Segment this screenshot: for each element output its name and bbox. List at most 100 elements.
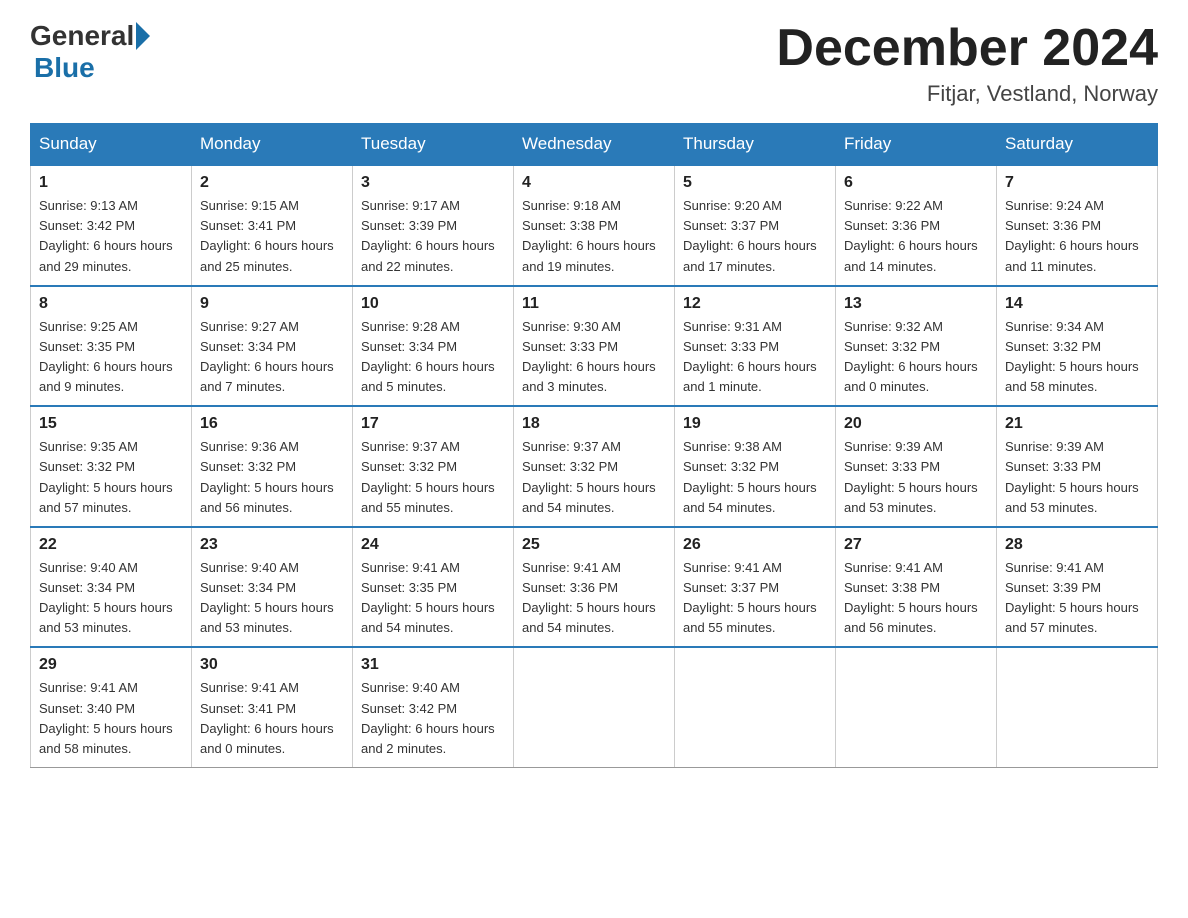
day-info: Sunrise: 9:40 AMSunset: 3:34 PMDaylight:… [39,560,173,635]
month-title: December 2024 [776,20,1158,77]
day-info: Sunrise: 9:20 AMSunset: 3:37 PMDaylight:… [683,198,817,273]
calendar-cell: 14 Sunrise: 9:34 AMSunset: 3:32 PMDaylig… [997,286,1158,407]
page-header: General Blue December 2024 Fitjar, Vestl… [30,20,1158,107]
col-wednesday: Wednesday [514,124,675,166]
day-number: 14 [1005,295,1149,313]
day-number: 31 [361,656,505,674]
day-number: 29 [39,656,183,674]
col-monday: Monday [192,124,353,166]
day-info: Sunrise: 9:38 AMSunset: 3:32 PMDaylight:… [683,439,817,514]
day-info: Sunrise: 9:37 AMSunset: 3:32 PMDaylight:… [522,439,656,514]
col-thursday: Thursday [675,124,836,166]
day-number: 12 [683,295,827,313]
day-number: 10 [361,295,505,313]
day-number: 20 [844,415,988,433]
logo-arrow-icon [136,22,150,50]
calendar-cell: 23 Sunrise: 9:40 AMSunset: 3:34 PMDaylig… [192,527,353,648]
day-info: Sunrise: 9:39 AMSunset: 3:33 PMDaylight:… [1005,439,1139,514]
day-info: Sunrise: 9:18 AMSunset: 3:38 PMDaylight:… [522,198,656,273]
calendar-cell: 1 Sunrise: 9:13 AMSunset: 3:42 PMDayligh… [31,165,192,286]
week-row-5: 29 Sunrise: 9:41 AMSunset: 3:40 PMDaylig… [31,647,1158,767]
day-number: 19 [683,415,827,433]
day-number: 16 [200,415,344,433]
day-number: 26 [683,536,827,554]
calendar-cell: 24 Sunrise: 9:41 AMSunset: 3:35 PMDaylig… [353,527,514,648]
day-number: 8 [39,295,183,313]
logo-general-text: General [30,20,134,52]
calendar-cell [836,647,997,767]
title-section: December 2024 Fitjar, Vestland, Norway [776,20,1158,107]
week-row-1: 1 Sunrise: 9:13 AMSunset: 3:42 PMDayligh… [31,165,1158,286]
calendar-cell [675,647,836,767]
calendar-cell [514,647,675,767]
day-info: Sunrise: 9:41 AMSunset: 3:35 PMDaylight:… [361,560,495,635]
calendar-cell: 3 Sunrise: 9:17 AMSunset: 3:39 PMDayligh… [353,165,514,286]
day-number: 4 [522,174,666,192]
day-number: 6 [844,174,988,192]
logo-text: General [30,20,152,52]
day-number: 3 [361,174,505,192]
week-row-3: 15 Sunrise: 9:35 AMSunset: 3:32 PMDaylig… [31,406,1158,527]
day-info: Sunrise: 9:31 AMSunset: 3:33 PMDaylight:… [683,319,817,394]
calendar-cell: 5 Sunrise: 9:20 AMSunset: 3:37 PMDayligh… [675,165,836,286]
calendar-cell: 12 Sunrise: 9:31 AMSunset: 3:33 PMDaylig… [675,286,836,407]
calendar-cell: 13 Sunrise: 9:32 AMSunset: 3:32 PMDaylig… [836,286,997,407]
day-info: Sunrise: 9:22 AMSunset: 3:36 PMDaylight:… [844,198,978,273]
day-info: Sunrise: 9:17 AMSunset: 3:39 PMDaylight:… [361,198,495,273]
calendar-cell: 22 Sunrise: 9:40 AMSunset: 3:34 PMDaylig… [31,527,192,648]
calendar-cell: 8 Sunrise: 9:25 AMSunset: 3:35 PMDayligh… [31,286,192,407]
week-row-2: 8 Sunrise: 9:25 AMSunset: 3:35 PMDayligh… [31,286,1158,407]
day-info: Sunrise: 9:41 AMSunset: 3:37 PMDaylight:… [683,560,817,635]
day-number: 15 [39,415,183,433]
calendar-cell: 27 Sunrise: 9:41 AMSunset: 3:38 PMDaylig… [836,527,997,648]
day-info: Sunrise: 9:40 AMSunset: 3:42 PMDaylight:… [361,680,495,755]
calendar-cell: 19 Sunrise: 9:38 AMSunset: 3:32 PMDaylig… [675,406,836,527]
calendar-cell: 2 Sunrise: 9:15 AMSunset: 3:41 PMDayligh… [192,165,353,286]
day-info: Sunrise: 9:25 AMSunset: 3:35 PMDaylight:… [39,319,173,394]
day-number: 27 [844,536,988,554]
day-info: Sunrise: 9:27 AMSunset: 3:34 PMDaylight:… [200,319,334,394]
calendar-cell: 7 Sunrise: 9:24 AMSunset: 3:36 PMDayligh… [997,165,1158,286]
day-number: 28 [1005,536,1149,554]
calendar-cell: 15 Sunrise: 9:35 AMSunset: 3:32 PMDaylig… [31,406,192,527]
day-info: Sunrise: 9:32 AMSunset: 3:32 PMDaylight:… [844,319,978,394]
calendar-cell: 25 Sunrise: 9:41 AMSunset: 3:36 PMDaylig… [514,527,675,648]
day-info: Sunrise: 9:41 AMSunset: 3:41 PMDaylight:… [200,680,334,755]
location-title: Fitjar, Vestland, Norway [776,81,1158,107]
calendar-cell: 29 Sunrise: 9:41 AMSunset: 3:40 PMDaylig… [31,647,192,767]
calendar-cell: 30 Sunrise: 9:41 AMSunset: 3:41 PMDaylig… [192,647,353,767]
day-info: Sunrise: 9:15 AMSunset: 3:41 PMDaylight:… [200,198,334,273]
calendar-cell: 31 Sunrise: 9:40 AMSunset: 3:42 PMDaylig… [353,647,514,767]
calendar-cell: 17 Sunrise: 9:37 AMSunset: 3:32 PMDaylig… [353,406,514,527]
day-number: 11 [522,295,666,313]
day-number: 23 [200,536,344,554]
calendar-cell: 11 Sunrise: 9:30 AMSunset: 3:33 PMDaylig… [514,286,675,407]
day-info: Sunrise: 9:36 AMSunset: 3:32 PMDaylight:… [200,439,334,514]
day-number: 5 [683,174,827,192]
day-info: Sunrise: 9:41 AMSunset: 3:39 PMDaylight:… [1005,560,1139,635]
logo-blue-label: Blue [34,52,95,83]
col-tuesday: Tuesday [353,124,514,166]
day-info: Sunrise: 9:24 AMSunset: 3:36 PMDaylight:… [1005,198,1139,273]
day-info: Sunrise: 9:30 AMSunset: 3:33 PMDaylight:… [522,319,656,394]
calendar-cell: 4 Sunrise: 9:18 AMSunset: 3:38 PMDayligh… [514,165,675,286]
calendar-cell [997,647,1158,767]
logo-blue-text: Blue [34,52,95,84]
calendar-cell: 20 Sunrise: 9:39 AMSunset: 3:33 PMDaylig… [836,406,997,527]
day-info: Sunrise: 9:35 AMSunset: 3:32 PMDaylight:… [39,439,173,514]
day-info: Sunrise: 9:34 AMSunset: 3:32 PMDaylight:… [1005,319,1139,394]
day-number: 7 [1005,174,1149,192]
day-number: 21 [1005,415,1149,433]
calendar-cell: 28 Sunrise: 9:41 AMSunset: 3:39 PMDaylig… [997,527,1158,648]
week-row-4: 22 Sunrise: 9:40 AMSunset: 3:34 PMDaylig… [31,527,1158,648]
calendar-table: Sunday Monday Tuesday Wednesday Thursday… [30,123,1158,768]
calendar-cell: 9 Sunrise: 9:27 AMSunset: 3:34 PMDayligh… [192,286,353,407]
day-number: 22 [39,536,183,554]
calendar-cell: 21 Sunrise: 9:39 AMSunset: 3:33 PMDaylig… [997,406,1158,527]
day-number: 9 [200,295,344,313]
day-number: 24 [361,536,505,554]
day-info: Sunrise: 9:13 AMSunset: 3:42 PMDaylight:… [39,198,173,273]
col-friday: Friday [836,124,997,166]
day-info: Sunrise: 9:41 AMSunset: 3:38 PMDaylight:… [844,560,978,635]
day-info: Sunrise: 9:41 AMSunset: 3:40 PMDaylight:… [39,680,173,755]
